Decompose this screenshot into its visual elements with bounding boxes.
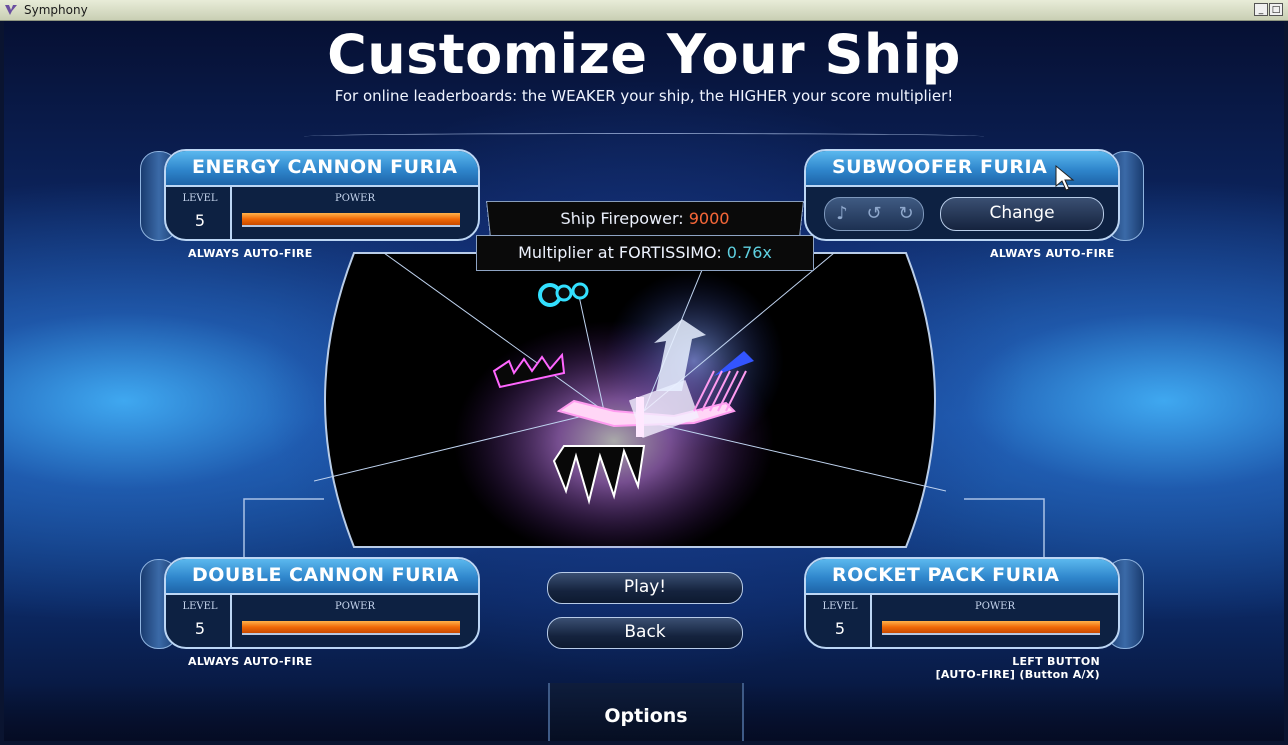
power-bar [242,213,460,227]
options-button[interactable]: Options [548,683,744,741]
change-button[interactable]: Change [940,197,1104,231]
power-label: POWER [334,193,376,204]
maximize-button[interactable]: □ [1269,3,1283,16]
multiplier-readout: Multiplier at FORTISSIMO: 0.76x [476,235,814,271]
power-bar-fill [242,621,460,633]
weapon-panel-energy-cannon[interactable]: ENERGY CANNON FURIA LEVEL 5 POWER [140,149,480,241]
fire-mode-note: ALWAYS AUTO-FIRE [188,655,313,668]
back-button[interactable]: Back [547,617,743,649]
game-canvas: Customize Your Ship For online leaderboa… [4,21,1284,741]
power-label: POWER [334,601,376,612]
level-value: 5 [194,211,206,230]
power-bar [242,621,460,635]
music-note-icon[interactable]: ♪ [827,202,857,226]
power-bar-fill [242,213,460,225]
firepower-readout: Ship Firepower: 9000 [486,200,804,237]
weapon-panel-rocket-pack[interactable]: ROCKET PACK FURIA LEVEL 5 POWER [804,557,1144,649]
level-value: 5 [834,619,846,638]
rotate-right-icon[interactable]: ↻ [891,202,921,226]
panel-header: ENERGY CANNON FURIA [166,151,478,187]
options-label: Options [604,705,688,727]
panel-body: SUBWOOFER FURIA ♪ ↺ ↻ Change [804,149,1120,241]
power-label: POWER [974,601,1016,612]
ship-preview [314,252,946,549]
weapon-name: ROCKET PACK FURIA [832,564,1060,586]
title-bar: Symphony _ □ [0,0,1288,21]
panel-body: ENERGY CANNON FURIA LEVEL 5 POWER [164,149,480,241]
power-bar [882,621,1100,635]
power-bar-fill [882,621,1100,633]
panel-header: ROCKET PACK FURIA [806,559,1118,595]
level-label: LEVEL [182,193,218,204]
panel-header: DOUBLE CANNON FURIA [166,559,478,595]
multiplier-label: Multiplier at FORTISSIMO: [518,243,722,262]
panel-body: ROCKET PACK FURIA LEVEL 5 POWER [804,557,1120,649]
firepower-label: Ship Firepower: [559,209,684,228]
level-label: LEVEL [182,601,218,612]
weapon-name: SUBWOOFER FURIA [832,156,1048,178]
weapon-panel-double-cannon[interactable]: DOUBLE CANNON FURIA LEVEL 5 POWER [140,557,480,649]
minimize-button[interactable]: _ [1254,3,1268,16]
window-title: Symphony [24,3,88,17]
panel-body: DOUBLE CANNON FURIA LEVEL 5 POWER [164,557,480,649]
mouse-cursor-icon [1055,164,1075,191]
rotate-left-icon[interactable]: ↺ [859,202,889,226]
multiplier-value: 0.76x [726,243,772,262]
fire-mode-note-line1: LEFT BUTTON [1012,655,1100,668]
symphony-app-icon [5,5,17,15]
weapon-panel-subwoofer[interactable]: SUBWOOFER FURIA ♪ ↺ ↻ Change [804,149,1144,241]
play-button[interactable]: Play! [547,572,743,604]
ship-stats: Ship Firepower: 9000 Multiplier at FORTI… [476,200,814,271]
level-label: LEVEL [822,601,858,612]
firepower-value: 9000 [688,209,731,228]
fire-mode-note: ALWAYS AUTO-FIRE [990,247,1115,260]
music-controls: ♪ ↺ ↻ [824,197,924,231]
level-value: 5 [194,619,206,638]
fire-mode-note: ALWAYS AUTO-FIRE [188,247,313,260]
weapon-name: DOUBLE CANNON FURIA [192,564,459,586]
fire-mode-note-line2: [AUTO-FIRE] (Button A/X) [935,668,1100,681]
game-window: Symphony _ □ Customize Your Ship For onl… [0,0,1288,745]
weapon-name: ENERGY CANNON FURIA [192,156,458,178]
